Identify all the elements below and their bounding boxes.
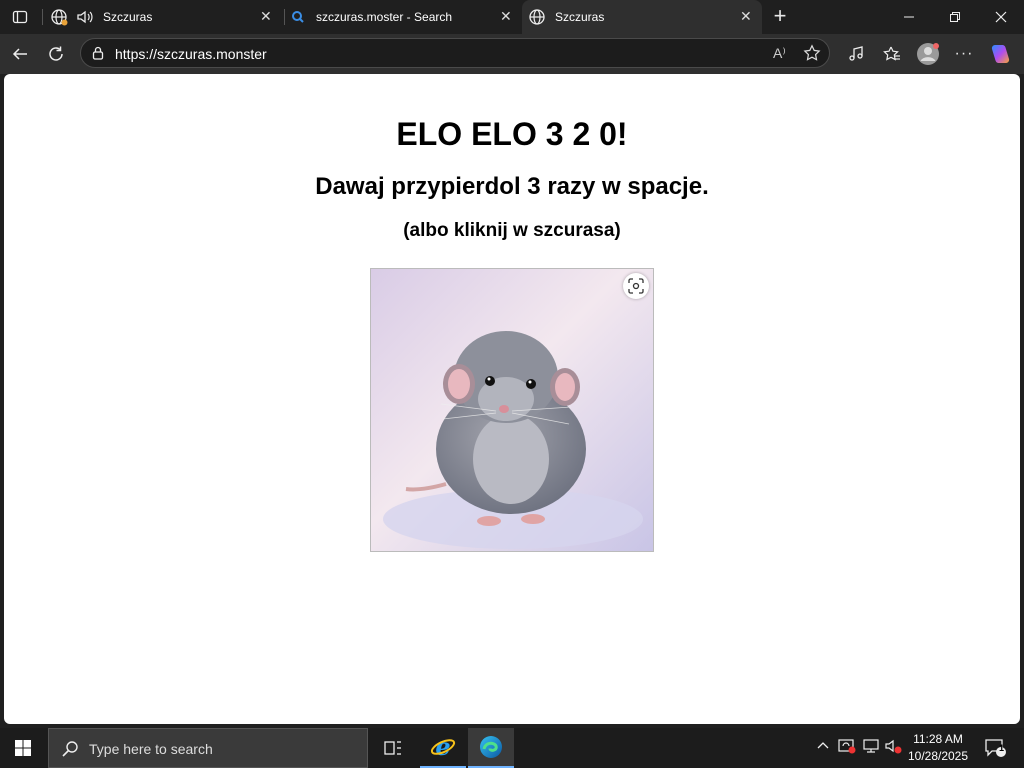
globe-icon [50, 8, 68, 29]
notification-count: 1 [999, 743, 1005, 753]
taskbar-search[interactable]: Type here to search [48, 728, 368, 768]
refresh-icon[interactable] [42, 40, 70, 68]
notification-center-icon[interactable]: 1 [972, 728, 1018, 768]
profile-avatar-icon[interactable] [914, 40, 942, 68]
show-hidden-icons-icon[interactable] [816, 738, 830, 755]
clock-time: 11:28 AM [913, 732, 963, 746]
tab-separator [284, 9, 285, 25]
close-window-button[interactable] [978, 0, 1024, 34]
browser-toolbar: https://szczuras.monster A⁾ ··· [0, 34, 1024, 74]
address-bar[interactable]: https://szczuras.monster A⁾ [80, 38, 830, 68]
tab-title: szczuras.moster - Search [316, 10, 453, 24]
tab-separator [42, 9, 43, 25]
page-heading: ELO ELO 3 2 0! [396, 116, 628, 152]
tab-search[interactable]: szczuras.moster - Search ✕ [286, 0, 520, 34]
favorite-star-icon[interactable] [803, 44, 821, 67]
rat-photo[interactable] [371, 269, 654, 552]
update-warning-icon[interactable] [838, 738, 856, 757]
search-icon [61, 740, 79, 763]
lock-icon[interactable] [91, 46, 105, 65]
close-tab-icon[interactable]: ✕ [260, 8, 272, 25]
new-tab-icon[interactable]: + [766, 2, 794, 30]
tab-title: Szczuras [555, 10, 605, 24]
system-clock[interactable]: 11:28 AM 10/28/2025 [902, 731, 974, 765]
minimize-button[interactable] [886, 0, 932, 34]
restore-button[interactable] [932, 0, 978, 34]
url-text[interactable]: https://szczuras.monster [115, 46, 267, 62]
tab-szczuras-active[interactable]: Szczuras ✕ [522, 0, 762, 34]
globe-icon [528, 8, 546, 29]
read-aloud-icon[interactable]: A⁾ [773, 45, 786, 62]
tab-szczuras-1[interactable]: Szczuras ✕ [48, 0, 282, 34]
network-icon[interactable] [862, 738, 880, 757]
visual-search-icon[interactable] [623, 273, 649, 299]
copilot-icon[interactable] [986, 40, 1014, 68]
internet-explorer-icon[interactable]: e [420, 728, 466, 768]
search-icon [291, 10, 305, 27]
task-view-icon[interactable] [370, 728, 416, 768]
volume-muted-icon[interactable] [884, 738, 902, 757]
close-tab-icon[interactable]: ✕ [740, 8, 752, 25]
favorites-icon[interactable] [878, 40, 906, 68]
tab-strip: Szczuras ✕ szczuras.moster - Search ✕ Sz… [0, 0, 1024, 34]
svg-text:e: e [435, 734, 450, 760]
clock-date: 10/28/2025 [907, 749, 969, 763]
tab-title: Szczuras [103, 10, 153, 24]
close-tab-icon[interactable]: ✕ [500, 8, 512, 25]
search-placeholder: Type here to search [89, 741, 213, 757]
speaker-icon[interactable] [76, 8, 94, 29]
page-subheading: Dawaj przypierdol 3 razy w spacje. [315, 173, 709, 200]
edge-browser-icon[interactable] [468, 728, 514, 768]
tab-actions-icon[interactable] [6, 3, 34, 31]
media-control-icon[interactable] [842, 40, 870, 68]
page-content: ELO ELO 3 2 0! Dawaj przypierdol 3 razy … [4, 74, 1020, 724]
page-hint: (albo kliknij w szcurasa) [403, 220, 621, 241]
taskbar: Type here to search e 11:28 AM 10/28/202… [0, 728, 1024, 768]
more-options-icon[interactable]: ··· [950, 40, 978, 68]
start-button[interactable] [0, 728, 46, 768]
back-icon[interactable] [6, 40, 34, 68]
rat-image[interactable] [370, 268, 654, 552]
